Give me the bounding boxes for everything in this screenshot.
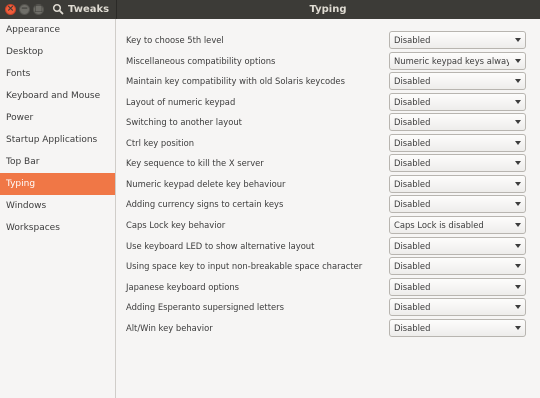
setting-row: Alt/Win key behavior Disabled <box>116 318 540 338</box>
setting-dropdown[interactable]: Disabled <box>389 174 526 193</box>
setting-dropdown[interactable]: Disabled <box>389 133 526 152</box>
chevron-down-icon <box>515 58 521 63</box>
setting-dropdown[interactable]: Disabled <box>389 298 526 317</box>
setting-row: Use keyboard LED to show alternative lay… <box>116 236 540 256</box>
chevron-down-icon <box>515 264 521 269</box>
setting-label: Ctrl key position <box>126 137 195 148</box>
setting-label: Adding currency signs to certain keys <box>126 199 284 210</box>
setting-row: Layout of numeric keypad Disabled <box>116 92 540 112</box>
close-button[interactable]: × <box>5 4 16 15</box>
maximize-icon: □ <box>34 4 43 14</box>
setting-dropdown[interactable]: Disabled <box>389 277 526 296</box>
setting-row: Caps Lock key behavior Caps Lock is disab… <box>116 215 540 235</box>
setting-label: Japanese keyboard options <box>126 281 240 292</box>
chevron-down-icon <box>515 202 521 207</box>
setting-row: Ctrl key position Disabled <box>116 133 540 153</box>
chevron-down-icon <box>515 223 521 227</box>
setting-dropdown[interactable]: Disabled <box>389 31 526 49</box>
sidebar-item-top-bar[interactable]: Top Bar <box>0 151 115 173</box>
dropdown-value: Disabled <box>394 322 431 333</box>
sidebar-item-typing[interactable]: Typing <box>0 173 115 195</box>
app-title: Tweaks <box>68 4 110 15</box>
dropdown-value: Disabled <box>394 199 431 210</box>
close-icon: × <box>6 4 15 14</box>
search-icon[interactable] <box>52 3 64 15</box>
minimize-icon: − <box>20 4 29 14</box>
setting-row: Japanese keyboard options Disabled <box>116 277 540 297</box>
dropdown-value: Disabled <box>394 76 431 87</box>
headerbar-left: × − □ Tweaks <box>0 0 117 19</box>
dropdown-value: Caps Lock is disabled <box>394 220 484 230</box>
setting-dropdown[interactable]: Numeric keypad keys always ... <box>389 51 526 70</box>
chevron-down-icon <box>515 120 521 125</box>
setting-dropdown[interactable]: Caps Lock is disabled <box>389 216 526 234</box>
setting-dropdown[interactable]: Disabled <box>389 72 526 91</box>
chevron-down-icon <box>515 181 521 186</box>
minimize-button[interactable]: − <box>19 4 30 15</box>
chevron-down-icon <box>515 325 521 330</box>
dropdown-value: Disabled <box>394 35 431 45</box>
setting-row: Maintain key compatibility with old Sola… <box>116 71 540 91</box>
maximize-button[interactable]: □ <box>33 4 44 15</box>
setting-label: Adding Esperanto supersigned letters <box>126 302 284 313</box>
setting-label: Miscellaneous compatibility options <box>126 55 276 66</box>
dropdown-value: Disabled <box>394 261 431 272</box>
setting-label: Use keyboard LED to show alternative lay… <box>126 240 315 251</box>
sidebar-item-desktop[interactable]: Desktop <box>0 41 115 63</box>
setting-dropdown[interactable]: Disabled <box>389 154 526 173</box>
setting-dropdown[interactable]: Disabled <box>389 318 526 337</box>
setting-dropdown[interactable]: Disabled <box>389 236 526 255</box>
sidebar: Appearance Desktop Fonts Keyboard and Mouse… <box>0 19 116 398</box>
dropdown-value: Disabled <box>394 96 431 107</box>
setting-row: Adding Esperanto supersigned letters Disa… <box>116 297 540 317</box>
dropdown-value: Disabled <box>394 240 431 251</box>
dropdown-value: Disabled <box>394 117 431 128</box>
setting-row: Key sequence to kill the X server Disable… <box>116 153 540 173</box>
chevron-down-icon <box>515 99 521 104</box>
setting-label: Caps Lock key behavior <box>126 220 226 230</box>
setting-row: Numeric keypad delete key behaviour Disab… <box>116 174 540 194</box>
dropdown-value: Disabled <box>394 302 431 313</box>
dropdown-value: Disabled <box>394 281 431 292</box>
sidebar-item-windows[interactable]: Windows <box>0 195 115 217</box>
setting-dropdown[interactable]: Disabled <box>389 92 526 111</box>
sidebar-item-fonts[interactable]: Fonts <box>0 63 115 85</box>
setting-dropdown[interactable]: Disabled <box>389 195 526 214</box>
setting-row: Miscellaneous compatibility options Numer… <box>116 51 540 71</box>
setting-row: Key to choose 5th level Disabled <box>116 30 540 50</box>
chevron-down-icon <box>515 140 521 145</box>
dropdown-value: Numeric keypad keys always ... <box>394 55 509 66</box>
sidebar-item-appearance[interactable]: Appearance <box>0 19 115 41</box>
chevron-down-icon <box>515 243 521 248</box>
setting-row: Adding currency signs to certain keys Dis… <box>116 194 540 214</box>
setting-label: Switching to another layout <box>126 117 242 128</box>
settings-panel: Key to choose 5th level Disabled Miscellan… <box>116 19 540 398</box>
setting-label: Alt/Win key behavior <box>126 322 213 333</box>
sidebar-item-startup-applications[interactable]: Startup Applications <box>0 129 115 151</box>
sidebar-item-power[interactable]: Power <box>0 107 115 129</box>
setting-label: Key sequence to kill the X server <box>126 158 264 169</box>
setting-label: Maintain key compatibility with old Sola… <box>126 76 345 87</box>
dropdown-value: Disabled <box>394 137 431 148</box>
page-title: Typing <box>309 4 347 15</box>
setting-row: Using space key to input non-breakable s… <box>116 256 540 276</box>
sidebar-item-workspaces[interactable]: Workspaces <box>0 217 115 239</box>
setting-dropdown[interactable]: Disabled <box>389 113 526 132</box>
dropdown-value: Disabled <box>394 158 431 169</box>
setting-label: Using space key to input non-breakable s… <box>126 261 363 272</box>
setting-label: Numeric keypad delete key behaviour <box>126 178 286 189</box>
chevron-down-icon <box>515 305 521 310</box>
chevron-down-icon <box>515 161 521 166</box>
dropdown-value: Disabled <box>394 178 431 189</box>
chevron-down-icon <box>515 79 521 84</box>
setting-row: Switching to another layout Disabled <box>116 112 540 132</box>
setting-dropdown[interactable]: Disabled <box>389 257 526 276</box>
window-titlebar: × − □ Tweaks Typing <box>0 0 540 19</box>
chevron-down-icon <box>515 38 521 42</box>
setting-label: Layout of numeric keypad <box>126 96 236 107</box>
chevron-down-icon <box>515 284 521 289</box>
setting-label: Key to choose 5th level <box>126 35 224 45</box>
sidebar-item-keyboard-and-mouse[interactable]: Keyboard and Mouse <box>0 85 115 107</box>
